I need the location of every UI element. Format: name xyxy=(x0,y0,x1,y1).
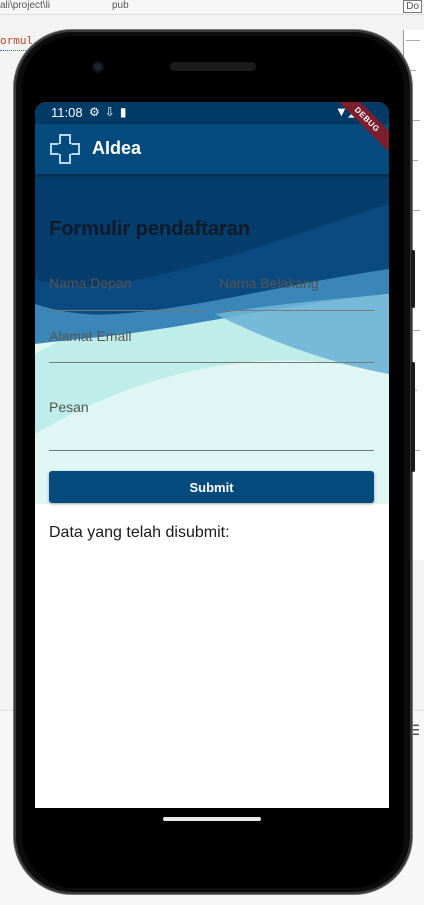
ide-search-box[interactable]: Do xyxy=(403,0,422,13)
last-name-field[interactable]: Nama Belakang xyxy=(219,275,374,311)
home-indicator[interactable] xyxy=(163,817,261,821)
first-name-field[interactable]: Nama Depan xyxy=(49,275,204,311)
submit-button[interactable]: Submit xyxy=(49,471,374,503)
email-underline xyxy=(49,362,374,363)
ide-path-text: ali\project\li xyxy=(0,0,51,11)
ide-code-text: ormul xyxy=(0,34,34,47)
message-label: Pesan xyxy=(49,399,89,415)
camera-icon xyxy=(92,61,104,73)
first-name-label: Nama Depan xyxy=(49,275,132,291)
submitted-data-heading: Data yang telah disubmit: xyxy=(49,524,230,541)
ide-toolbar: ali\project\li pub Do xyxy=(0,0,424,15)
registration-form: Formulir pendaftaran Nama Depan Nama Bel… xyxy=(35,102,389,808)
form-title: Formulir pendaftaran xyxy=(49,218,251,240)
email-label: Alamat Email xyxy=(49,328,132,344)
email-field[interactable]: Alamat Email xyxy=(49,328,374,363)
last-name-underline xyxy=(219,310,374,311)
app-logo-icon xyxy=(50,134,80,164)
volume-button[interactable] xyxy=(411,250,415,308)
first-name-underline xyxy=(49,310,204,311)
last-name-label: Nama Belakang xyxy=(219,275,319,291)
message-underline xyxy=(49,450,374,451)
message-field[interactable]: Pesan xyxy=(49,399,374,451)
speaker-grille xyxy=(170,62,256,71)
app-bar: AIdea xyxy=(35,124,389,174)
ide-tab-text[interactable]: pub xyxy=(112,0,129,11)
phone-screen: 11:08 ⚙⇩▮ ▼◢▮ AIdea DEBUG Formulir penda… xyxy=(35,102,389,808)
power-button[interactable] xyxy=(411,362,415,472)
app-title: AIdea xyxy=(92,138,142,158)
